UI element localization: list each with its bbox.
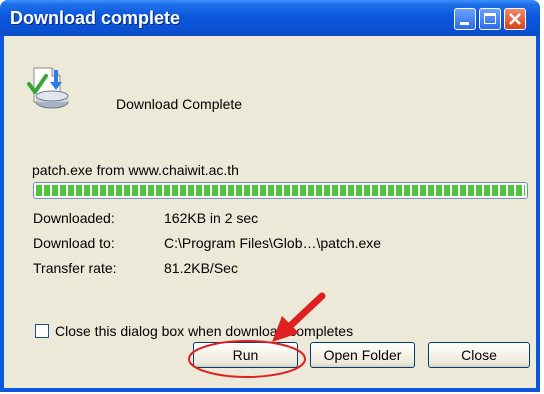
dialog-body: Download Complete patch.exe from www.cha… xyxy=(4,36,536,388)
download-to-label: Download to: xyxy=(33,235,115,251)
window-title: Download complete xyxy=(10,8,181,28)
maximize-icon xyxy=(484,13,496,24)
downloaded-value: 162KB in 2 sec xyxy=(164,210,259,226)
title-bar[interactable]: Download complete xyxy=(0,0,540,36)
minimize-icon xyxy=(460,22,469,25)
download-dialog-window: Download complete Download Complete patc… xyxy=(0,0,540,392)
progress-bar xyxy=(33,182,528,199)
transfer-rate-label: Transfer rate: xyxy=(33,260,117,276)
download-source: patch.exe from www.chaiwit.ac.th xyxy=(32,162,239,178)
transfer-rate-value: 81.2KB/Sec xyxy=(164,260,238,276)
close-button[interactable]: Close xyxy=(428,342,530,368)
header-message: Download Complete xyxy=(116,96,243,112)
run-button[interactable]: Run xyxy=(193,342,298,368)
close-window-button[interactable] xyxy=(504,8,526,30)
close-when-done-checkbox[interactable] xyxy=(35,324,49,338)
download-complete-icon xyxy=(27,67,69,109)
maximize-button[interactable] xyxy=(479,8,501,30)
close-icon xyxy=(509,13,521,25)
progress-fill xyxy=(36,185,525,196)
close-when-done-label[interactable]: Close this dialog box when download comp… xyxy=(55,323,353,339)
downloaded-label: Downloaded: xyxy=(33,210,115,226)
minimize-button[interactable] xyxy=(454,8,476,30)
open-folder-button[interactable]: Open Folder xyxy=(310,342,415,368)
download-to-value: C:\Program Files\Glob…\patch.exe xyxy=(164,235,382,251)
